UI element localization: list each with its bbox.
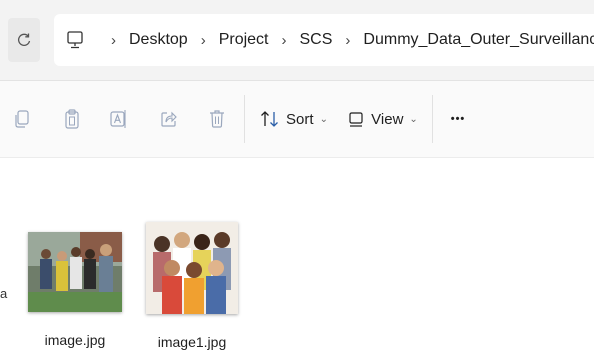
view-icon [349,112,363,127]
this-pc-icon[interactable] [66,30,84,50]
file-item-image1-jpg[interactable]: image1.jpg [146,222,238,350]
copy-icon [15,110,29,128]
sort-arrows-icon [261,111,279,127]
command-toolbar: Sort ⌄ View ⌄ ••• [0,81,594,158]
breadcrumb-project[interactable]: Project [219,31,269,49]
breadcrumb-chevron-icon[interactable]: › [282,32,287,49]
refresh-icon [18,33,31,46]
image-thumbnail[interactable] [146,222,238,314]
edge-text: a [0,286,8,301]
breadcrumb-desktop[interactable]: Desktop [129,31,188,49]
rename-icon [110,110,126,128]
more-options-icon: ••• [450,113,466,125]
see-more-button[interactable]: ••• [442,103,474,135]
breadcrumb-chevron-icon[interactable]: › [201,32,206,49]
trash-icon [210,110,224,128]
refresh-button[interactable] [8,18,40,62]
delete-button[interactable] [203,103,231,135]
paste-button[interactable] [58,103,86,135]
breadcrumb-scs[interactable]: SCS [300,31,333,49]
share-button[interactable] [155,103,183,135]
address-breadcrumb[interactable]: › Desktop › Project › SCS › Dummy_Data_O… [54,14,594,66]
toolbar-divider [432,95,433,143]
file-item-image-jpg[interactable]: image.jpg [28,232,122,348]
share-icon [161,111,177,127]
chevron-down-icon: ⌄ [409,113,418,125]
file-list-pane[interactable]: a image.jpg image1.jpg [0,158,594,351]
sort-button[interactable]: Sort ⌄ [258,103,330,135]
breadcrumb-dummy-data-outer-surveillance[interactable]: Dummy_Data_Outer_Surveillance [363,31,594,49]
view-button[interactable]: View ⌄ [348,103,418,135]
chevron-down-icon: ⌄ [319,113,328,125]
image-thumbnail[interactable] [28,232,122,312]
copy-button[interactable] [8,103,36,135]
view-label: View [371,110,404,128]
clipboard-icon [65,109,79,129]
toolbar-divider [244,95,245,143]
breadcrumb-chevron-icon[interactable]: › [345,32,350,49]
rename-button[interactable] [104,103,132,135]
file-name[interactable]: image.jpg [45,332,106,348]
file-name[interactable]: image1.jpg [158,334,227,350]
breadcrumb-chevron-icon[interactable]: › [111,32,116,49]
sort-label: Sort [286,110,314,128]
address-bar-area: › Desktop › Project › SCS › Dummy_Data_O… [0,0,594,81]
